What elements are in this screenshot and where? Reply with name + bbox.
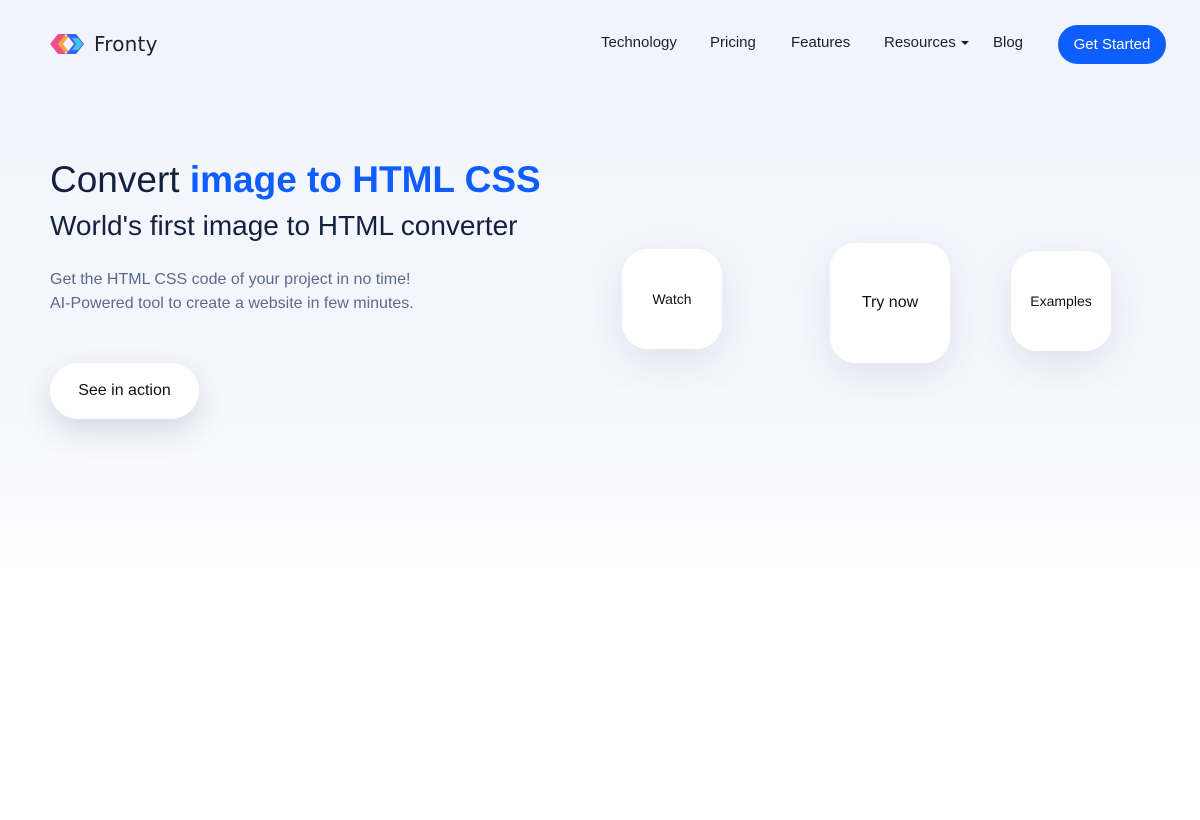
hero-description-line: Get the HTML CSS code of your project in… <box>50 271 411 288</box>
hero-title: Convert image to HTML CSS <box>50 158 541 202</box>
hero-subtitle: World's first image to HTML converter <box>50 210 518 241</box>
nav-item-features[interactable]: Features <box>791 34 850 52</box>
hero-title-prefix: Convert <box>50 159 180 200</box>
hero-title-highlight: image to HTML CSS <box>189 159 541 200</box>
main-nav: Technology Pricing Features Resources Bl… <box>0 34 1200 54</box>
try-now-card[interactable]: Try now <box>830 243 950 363</box>
try-now-card-label: Try now <box>861 294 919 311</box>
see-in-action-button[interactable]: See in action <box>50 363 199 419</box>
examples-card[interactable]: Examples <box>1011 251 1111 351</box>
nav-item-technology[interactable]: Technology <box>601 34 677 52</box>
watch-card[interactable]: Watch <box>622 249 722 349</box>
nav-item-resources[interactable]: Resources <box>884 34 956 52</box>
chevron-down-icon[interactable] <box>961 41 969 45</box>
watch-card-label: Watch <box>652 291 692 307</box>
get-started-button[interactable]: Get Started <box>1058 25 1166 64</box>
hero-description-line: AI-Powered tool to create a website in f… <box>50 295 414 312</box>
nav-item-blog[interactable]: Blog <box>993 34 1023 52</box>
hero-description: Get the HTML CSS code of your project in… <box>50 268 414 316</box>
examples-card-label: Examples <box>1030 293 1092 309</box>
landing-page: Fronty Technology Pricing Features Resou… <box>0 0 1200 820</box>
nav-item-pricing[interactable]: Pricing <box>710 34 756 52</box>
